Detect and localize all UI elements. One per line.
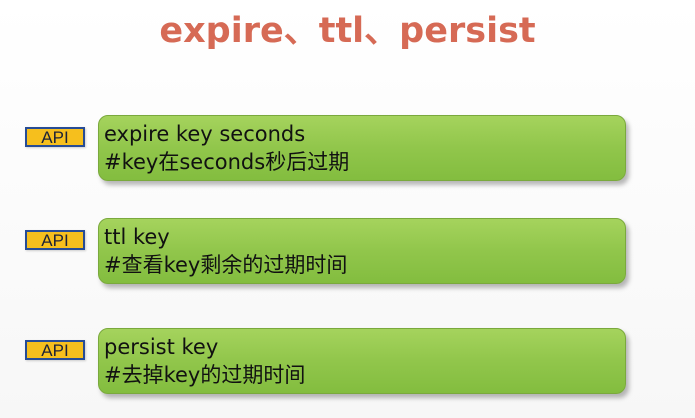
api-command: persist key (104, 335, 219, 359)
api-row-expire: API expire key seconds #key在seconds秒后过期 (0, 115, 695, 185)
slide-title: expire、ttl、persist (159, 11, 536, 51)
api-badge: API (25, 340, 85, 360)
api-command: ttl key (104, 225, 170, 249)
api-row-ttl: API ttl key #查看key剩余的过期时间 (0, 218, 695, 288)
slide: expire、ttl、persist API expire key second… (0, 0, 695, 418)
api-card-ttl: ttl key #查看key剩余的过期时间 (98, 218, 626, 284)
api-badge: API (25, 127, 85, 147)
api-comment: #查看key剩余的过期时间 (104, 253, 348, 277)
api-row-persist: API persist key #去掉key的过期时间 (0, 328, 695, 398)
api-card-expire: expire key seconds #key在seconds秒后过期 (98, 115, 626, 181)
api-comment: #key在seconds秒后过期 (104, 150, 350, 174)
api-card-persist: persist key #去掉key的过期时间 (98, 328, 626, 394)
api-command: expire key seconds (104, 122, 306, 146)
api-comment: #去掉key的过期时间 (104, 363, 306, 387)
api-badge: API (25, 230, 85, 250)
